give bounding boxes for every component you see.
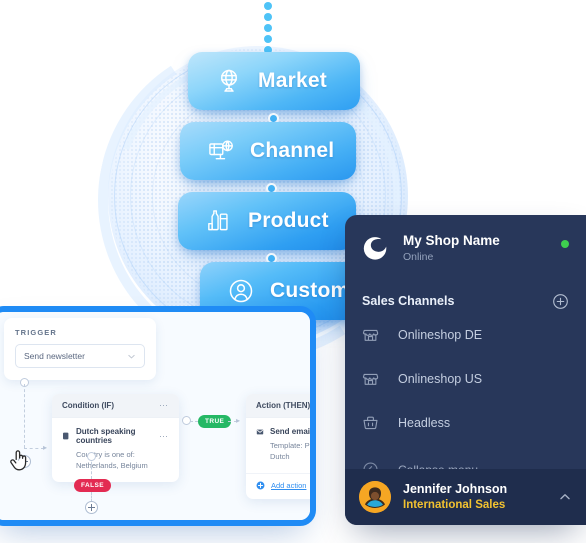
action-row-subtitle: Template: Promotion - Dutch: [270, 441, 316, 462]
trigger-select[interactable]: Send newsletter: [15, 344, 145, 368]
stack-card-label: Channel: [250, 139, 335, 162]
condition-card-title: Condition (IF): [62, 401, 114, 410]
hand-pointer-cursor: [8, 447, 32, 475]
ellipsis-icon[interactable]: ⋯: [159, 431, 169, 441]
condition-icon: [62, 432, 70, 440]
rail-horizontal: [190, 421, 198, 422]
shop-logo-icon: [361, 234, 391, 264]
shop-name: My Shop Name: [403, 233, 500, 248]
shop-sidebar-panel: My Shop Name Online Sales Channels Onlin…: [345, 215, 586, 525]
sidebar-item-onlineshop-de[interactable]: Onlineshop DE: [345, 316, 586, 354]
card-link-dot: [268, 185, 275, 192]
avatar: [359, 481, 391, 513]
rail-arrow: ▸: [43, 443, 48, 452]
storefront-icon: [362, 326, 379, 343]
stack-card-channel[interactable]: Channel: [180, 122, 356, 180]
workflow-editor-panel: TRIGGER Send newsletter ▸ Condition (IF)…: [0, 306, 316, 526]
stack-card-label: Market: [258, 69, 327, 92]
sales-channels-title: Sales Channels: [362, 294, 455, 309]
ellipsis-icon[interactable]: ⋯: [159, 401, 169, 410]
rail-vertical: [24, 384, 25, 448]
globe-stand-icon: [214, 66, 244, 96]
true-badge: TRUE: [198, 415, 232, 428]
stack-card-market[interactable]: Market: [188, 52, 360, 110]
chevron-up-icon[interactable]: [558, 490, 572, 504]
condition-card: Condition (IF) ⋯ Dutch speaking countrie…: [52, 394, 179, 482]
user-profile-row[interactable]: Jennifer Johnson International Sales: [345, 469, 586, 525]
add-action-link[interactable]: Add action: [246, 472, 310, 499]
plus-circle-icon[interactable]: [552, 293, 569, 310]
bottles-icon: [204, 206, 234, 236]
chevron-down-icon: [127, 352, 136, 361]
condition-row[interactable]: Dutch speaking countries ⋯: [52, 418, 179, 449]
sidebar-item-label: Headless: [398, 415, 451, 430]
add-action-label: Add action: [271, 480, 307, 490]
monitor-globe-icon: [206, 136, 236, 166]
top-dotted-connector: [263, 2, 273, 54]
stack-card-label: Product: [248, 209, 329, 232]
trigger-label: TRIGGER: [15, 328, 57, 337]
false-branch-node: [87, 452, 96, 461]
user-circle-icon: [226, 276, 256, 306]
plus-circle-icon: [256, 481, 265, 490]
envelope-icon: [256, 428, 264, 436]
trigger-select-value: Send newsletter: [24, 351, 85, 361]
sidebar-item-onlineshop-us[interactable]: Onlineshop US: [345, 360, 586, 398]
sales-channels-section-header: Sales Channels: [345, 269, 586, 310]
sidebar-item-label: Onlineshop DE: [398, 327, 483, 342]
stack-card-product[interactable]: Product: [178, 192, 356, 250]
sidebar-item-headless[interactable]: Headless: [345, 404, 586, 442]
basket-icon: [362, 414, 379, 431]
illustration-stage: Market Channel Product Customer My Shop …: [0, 0, 586, 543]
user-role: International Sales: [403, 498, 506, 511]
action-row-title: Send email: [270, 427, 313, 436]
condition-row-title: Dutch speaking countries: [76, 427, 136, 445]
action-row[interactable]: Send email: [246, 418, 313, 440]
action-card-title: Action (THEN): [256, 401, 311, 410]
condition-row-subtitle: Country is one of: Netherlands, Belgium: [76, 450, 148, 471]
trigger-card: TRIGGER Send newsletter: [4, 318, 156, 380]
action-card-header: Action (THEN): [246, 394, 311, 418]
rail-arrow: ▸: [236, 416, 241, 425]
shop-status: Online: [403, 250, 434, 263]
action-card: Action (THEN) Send email Template: Promo…: [246, 394, 316, 499]
false-badge: FALSE: [74, 479, 111, 492]
storefront-icon: [362, 370, 379, 387]
user-name: Jennifer Johnson: [403, 482, 508, 497]
card-link-dot: [268, 255, 275, 262]
add-false-branch-button[interactable]: [85, 501, 98, 514]
sidebar-shop-header[interactable]: My Shop Name Online: [345, 215, 586, 269]
condition-card-header: Condition (IF) ⋯: [52, 394, 179, 418]
sidebar-item-label: Onlineshop US: [398, 371, 483, 386]
card-link-dot: [270, 115, 277, 122]
status-dot: [561, 240, 569, 248]
